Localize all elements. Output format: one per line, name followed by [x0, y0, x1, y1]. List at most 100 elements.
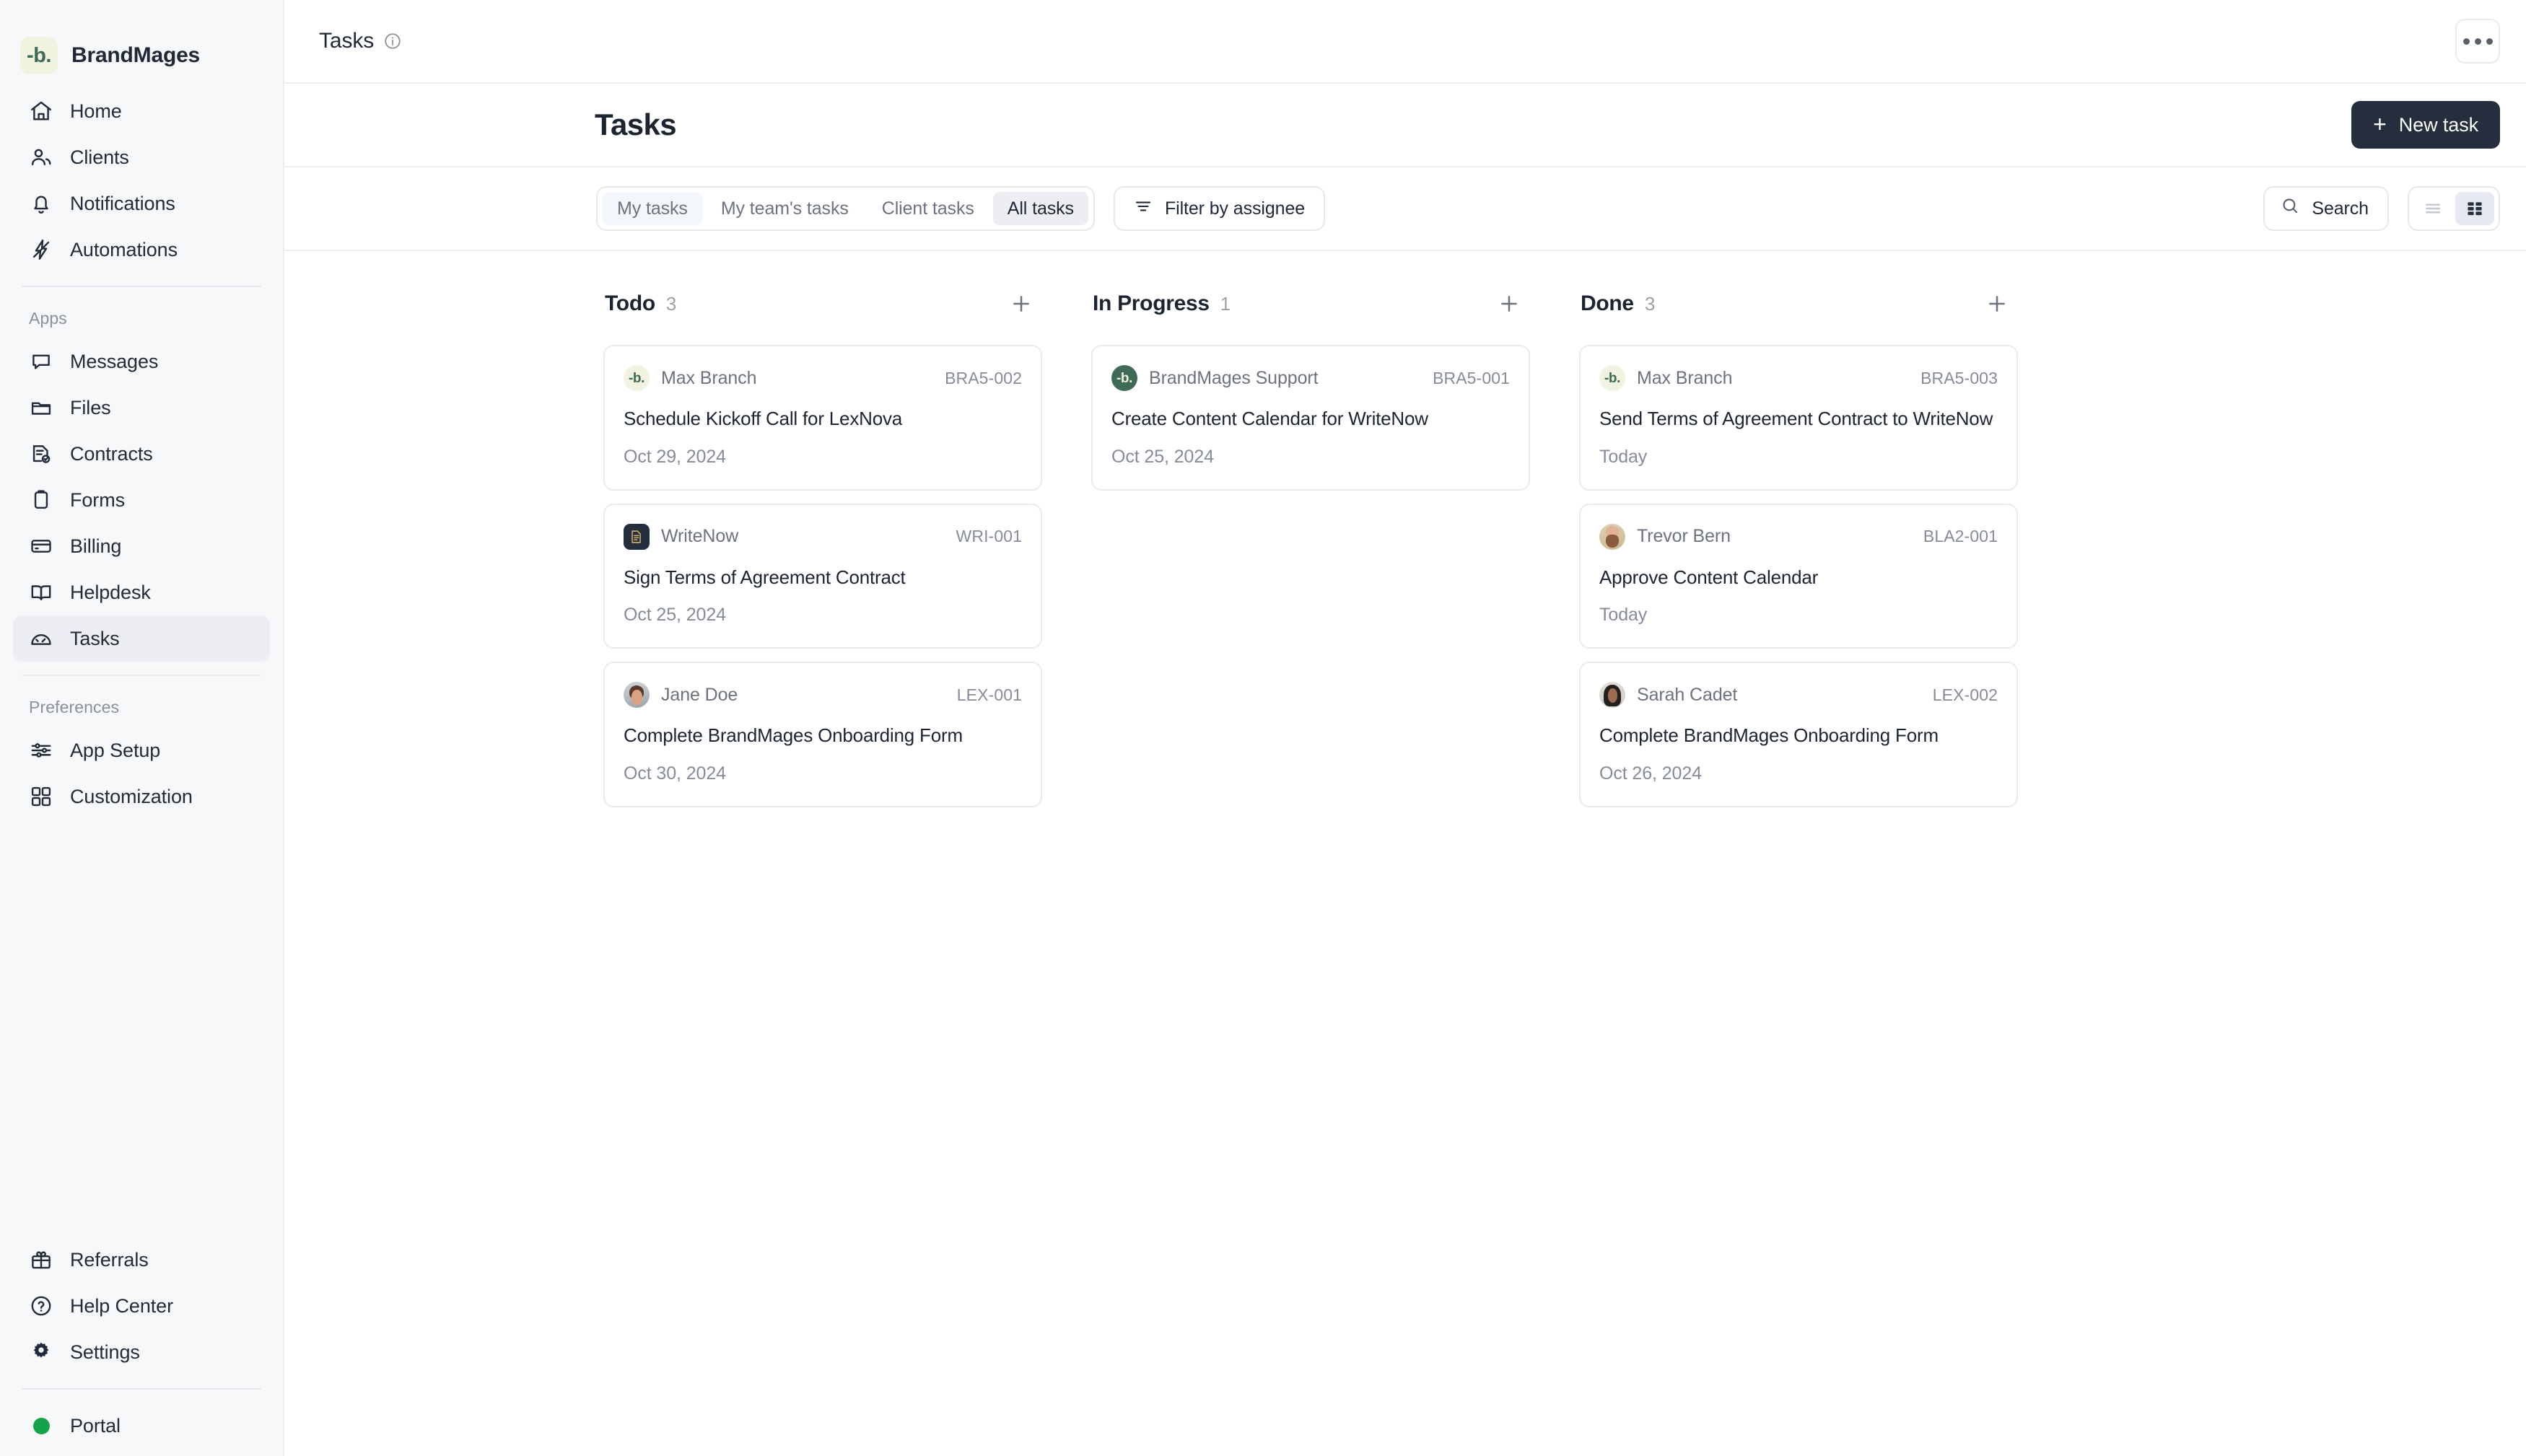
column-cards: -b. Max Branch BRA5-003 Send Terms of Ag…: [1579, 345, 2018, 807]
question-circle-icon: [29, 1294, 53, 1318]
sidebar-item-settings[interactable]: Settings: [13, 1329, 270, 1375]
sidebar-item-label: Customization: [70, 785, 193, 807]
sidebar-divider-2: [22, 675, 261, 676]
task-board: Todo 3 -b. Max Branch BRA5-002 Schedule …: [284, 251, 2526, 1456]
writenow-document-avatar: [624, 523, 650, 550]
new-task-label: New task: [2398, 113, 2478, 136]
sidebar-item-clients[interactable]: Clients: [13, 134, 270, 180]
sidebar-bottom-group: Referrals Help Center Settings Portal: [13, 1237, 270, 1456]
sidebar-main-group: Home Clients Notifications Automations: [13, 85, 270, 273]
sidebar-item-portal[interactable]: Portal: [13, 1403, 270, 1449]
column-count: 1: [1220, 292, 1231, 315]
sidebar-item-tasks[interactable]: Tasks: [13, 615, 270, 662]
sidebar: -b. BrandMages Home Clients Notification…: [0, 0, 284, 1456]
sidebar-item-label: Helpdesk: [70, 581, 151, 603]
brand[interactable]: -b. BrandMages: [13, 0, 270, 85]
task-card-header: Jane Doe LEX-001: [624, 682, 1022, 708]
topbar-left: Tasks: [319, 29, 402, 53]
list-view-icon[interactable]: [2413, 192, 2452, 225]
trevor-bern-photo-avatar: [1599, 523, 1625, 550]
sidebar-item-billing[interactable]: Billing: [13, 523, 270, 569]
add-task-to-column-button[interactable]: [1005, 287, 1038, 320]
task-card[interactable]: Jane Doe LEX-001 Complete BrandMages Onb…: [603, 662, 1042, 807]
avatar-logo-text: -b.: [1604, 370, 1620, 386]
topbar-title: Tasks: [319, 29, 375, 53]
add-task-to-column-button[interactable]: [1980, 287, 2014, 320]
lightning-icon: [29, 237, 53, 262]
sidebar-item-label: Help Center: [70, 1294, 173, 1317]
brand-logo-cream-avatar: -b.: [1599, 365, 1625, 391]
toolbar-right: Search: [2263, 186, 2500, 231]
brand-name: BrandMages: [71, 43, 201, 67]
search-button[interactable]: Search: [2263, 186, 2389, 231]
sidebar-item-label: Settings: [70, 1341, 140, 1363]
sidebar-item-customization[interactable]: Customization: [13, 773, 270, 820]
search-icon: [2281, 196, 2300, 221]
sidebar-item-help-center[interactable]: Help Center: [13, 1283, 270, 1329]
grid-view-icon[interactable]: [2455, 192, 2494, 225]
task-card[interactable]: -b. Max Branch BRA5-002 Schedule Kickoff…: [603, 345, 1042, 491]
task-card[interactable]: -b. Max Branch BRA5-003 Send Terms of Ag…: [1579, 345, 2018, 491]
column-name: Done: [1581, 291, 1634, 315]
task-assignee: BrandMages Support: [1149, 367, 1319, 388]
gear-icon: [29, 1340, 53, 1364]
board-column-done: Done 3 -b. Max Branch BRA5-003 Send Term…: [1579, 281, 2018, 1456]
sidebar-item-label: Forms: [70, 488, 125, 511]
column-header: In Progress 1: [1091, 281, 1530, 326]
brand-logo-green-avatar: -b.: [1111, 365, 1137, 391]
new-task-button[interactable]: + New task: [2351, 101, 2500, 149]
tab-all-tasks[interactable]: All tasks: [992, 192, 1088, 225]
task-code: BRA5-001: [1433, 368, 1510, 387]
task-date: Oct 30, 2024: [624, 763, 726, 784]
task-title: Complete BrandMages Onboarding Form: [1599, 724, 1939, 746]
column-count: 3: [665, 292, 677, 315]
task-card[interactable]: WriteNow WRI-001 Sign Terms of Agreement…: [603, 503, 1042, 649]
gift-icon: [29, 1247, 53, 1272]
sidebar-item-home[interactable]: Home: [13, 88, 270, 134]
tab-client-tasks[interactable]: Client tasks: [868, 192, 989, 225]
more-options-button[interactable]: [2455, 19, 2500, 63]
task-assignee: Max Branch: [661, 367, 757, 388]
sidebar-divider-1: [22, 286, 261, 287]
tab-my-tasks[interactable]: My tasks: [603, 192, 702, 225]
sidebar-item-label: Automations: [70, 238, 178, 260]
task-card[interactable]: Trevor Bern BLA2-001 Approve Content Cal…: [1579, 503, 2018, 649]
task-card[interactable]: Sarah Cadet LEX-002 Complete BrandMages …: [1579, 662, 2018, 807]
sidebar-item-messages[interactable]: Messages: [13, 338, 270, 385]
task-date: Oct 25, 2024: [1111, 446, 1214, 467]
board-column-in-progress: In Progress 1 -b. BrandMages Support BRA…: [1091, 281, 1530, 1456]
task-title: Sign Terms of Agreement Contract: [624, 566, 906, 588]
sidebar-item-referrals[interactable]: Referrals: [13, 1237, 270, 1283]
tasks-icon: [29, 626, 53, 651]
sidebar-item-forms[interactable]: Forms: [13, 477, 270, 523]
view-toggle: [2408, 186, 2500, 231]
info-icon[interactable]: [383, 32, 402, 51]
sidebar-item-label: Home: [70, 100, 122, 122]
sidebar-item-app-setup[interactable]: App Setup: [13, 727, 270, 773]
filter-by-assignee-button[interactable]: Filter by assignee: [1113, 186, 1326, 231]
users-icon: [29, 145, 53, 170]
sidebar-item-automations[interactable]: Automations: [13, 227, 270, 273]
avatar-logo-text: -b.: [628, 370, 644, 386]
sidebar-item-notifications[interactable]: Notifications: [13, 180, 270, 227]
sidebar-item-label: Contracts: [70, 442, 153, 465]
tab-my-teams-tasks[interactable]: My team's tasks: [707, 192, 863, 225]
task-card[interactable]: -b. BrandMages Support BRA5-001 Create C…: [1091, 345, 1530, 491]
task-card-header: Sarah Cadet LEX-002: [1599, 682, 1998, 708]
sidebar-section-preferences: Preferences: [29, 698, 120, 716]
task-scope-tabs: My tasks My team's tasks Client tasks Al…: [596, 186, 1095, 231]
task-card-header: Trevor Bern BLA2-001: [1599, 523, 1998, 550]
plus-icon: +: [2373, 110, 2387, 137]
add-task-to-column-button[interactable]: [1493, 287, 1526, 320]
task-date: Oct 25, 2024: [624, 605, 726, 625]
sidebar-item-label: Portal: [70, 1414, 121, 1437]
sidebar-item-helpdesk[interactable]: Helpdesk: [13, 569, 270, 615]
task-code: LEX-001: [956, 685, 1022, 704]
sarah-cadet-photo-avatar: [1599, 682, 1625, 708]
brand-logo-text: -b.: [27, 43, 51, 67]
task-code: BRA5-003: [1920, 368, 1998, 387]
task-date: Today: [1599, 446, 1648, 467]
sidebar-item-contracts[interactable]: Contracts: [13, 431, 270, 477]
sidebar-item-files[interactable]: Files: [13, 385, 270, 431]
